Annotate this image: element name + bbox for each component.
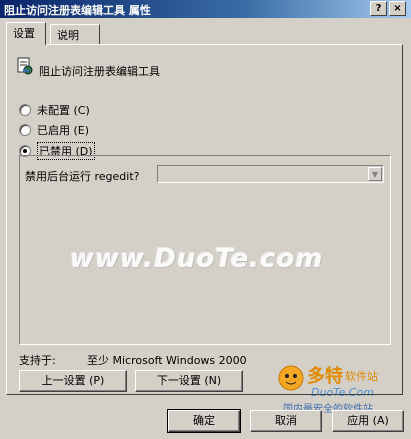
prev-setting-button[interactable]: 上一设置 (P)	[19, 370, 127, 392]
option-label: 禁用后台运行 regedit?	[25, 170, 140, 183]
apply-button[interactable]: 应用 (A)	[332, 410, 404, 432]
chevron-down-icon[interactable]: ▼	[368, 167, 382, 181]
radio-enabled[interactable]: 已启用 (E)	[19, 122, 89, 138]
support-value: 至少 Microsoft Windows 2000	[87, 354, 247, 367]
support-label: 支持于:	[19, 354, 56, 367]
settings-panel: 阻止访问注册表编辑工具 未配置 (C) 已启用 (E) 已禁用 (D) 禁用后台…	[6, 44, 403, 395]
cancel-button[interactable]: 取消	[250, 410, 322, 432]
radio-not-configured[interactable]: 未配置 (C)	[19, 102, 90, 118]
close-button[interactable]: ×	[389, 1, 406, 16]
options-box: 禁用后台运行 regedit? ▼ www.DuoTe.com	[19, 155, 391, 345]
title-bar: 阻止访问注册表编辑工具 属性 ? ×	[0, 0, 411, 18]
policy-name: 阻止访问注册表编辑工具	[39, 65, 160, 78]
option-combo[interactable]: ▼	[157, 165, 384, 183]
next-setting-button[interactable]: 下一设置 (N)	[135, 370, 243, 392]
radio-label: 已启用 (E)	[37, 124, 90, 137]
radio-button[interactable]	[19, 104, 31, 116]
help-button[interactable]: ?	[370, 1, 387, 16]
radio-label: 未配置 (C)	[37, 104, 90, 117]
tab-settings[interactable]: 设置	[6, 22, 46, 45]
watermark-text: www.DuoTe.com	[70, 244, 324, 274]
radio-button[interactable]	[19, 124, 31, 136]
ok-button[interactable]: 确定	[167, 409, 241, 433]
tab-explain[interactable]: 说明	[50, 24, 100, 44]
policy-setting-icon	[17, 57, 33, 75]
window-title: 阻止访问注册表编辑工具 属性	[4, 4, 151, 17]
